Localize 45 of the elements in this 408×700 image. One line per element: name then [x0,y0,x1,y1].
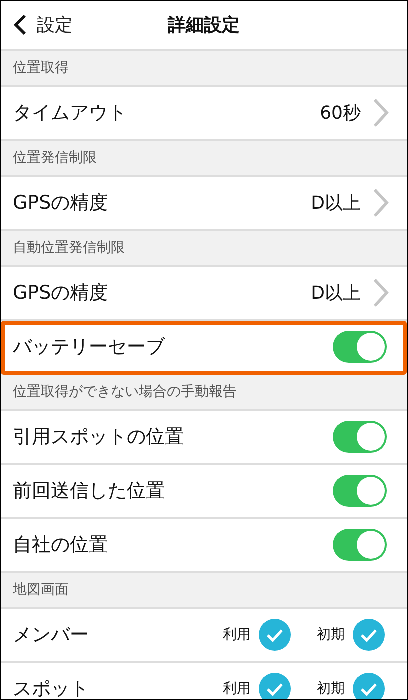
checkbox[interactable] [353,673,385,699]
settings-row[interactable]: バッテリーセーブ [1,321,407,375]
checkbox[interactable] [259,673,291,699]
checkbox-label: 利用 [223,680,251,698]
section-title: 位置取得 [13,59,69,77]
row-label: タイムアウト [13,101,128,126]
checkbox[interactable] [259,619,291,651]
settings-row[interactable]: 自社の位置 [1,519,407,573]
section-title: 地図画面 [13,581,69,599]
checkbox-label: 初期 [317,680,345,698]
toggle-switch[interactable] [333,475,387,507]
row-label: バッテリーセーブ [13,335,166,360]
toggle-switch[interactable] [333,421,387,453]
settings-row[interactable]: 前回送信した位置 [1,465,407,519]
toggle-switch[interactable] [333,331,387,363]
row-label: 自社の位置 [13,533,109,558]
chevron-right-icon [373,98,389,128]
row-value: D以上 [311,192,361,215]
settings-row[interactable]: メンバー 利用 初期 [1,609,407,663]
chevron-left-icon [13,14,27,36]
settings-row[interactable]: 引用スポットの位置 [1,411,407,465]
row-value: 60秒 [320,102,361,125]
chevron-right-icon [373,188,389,218]
row-label: スポット [13,677,90,699]
row-label: 引用スポットの位置 [13,425,185,450]
section-title: 位置取得ができない場合の手動報告 [13,383,237,401]
screen-title: 詳細設定 [168,14,240,37]
chevron-right-icon [373,278,389,308]
checkbox[interactable] [353,619,385,651]
section-title: 位置発信制限 [13,149,97,167]
row-label: GPSの精度 [13,191,110,216]
checkbox-label: 初期 [317,626,345,644]
back-label: 設定 [37,14,73,37]
settings-row[interactable]: GPSの精度 D以上 [1,267,407,321]
back-button[interactable]: 設定 [1,13,73,37]
row-label: メンバー [13,623,90,648]
settings-row[interactable]: GPSの精度 D以上 [1,177,407,231]
row-value: D以上 [311,282,361,305]
row-label: 前回送信した位置 [13,479,166,504]
toggle-switch[interactable] [333,529,387,561]
row-label: GPSの精度 [13,281,110,306]
settings-row[interactable]: スポット 利用 初期 [1,663,407,699]
settings-row[interactable]: タイムアウト 60秒 [1,87,407,141]
section-title: 自動位置発信制限 [13,239,125,257]
checkbox-label: 利用 [223,626,251,644]
